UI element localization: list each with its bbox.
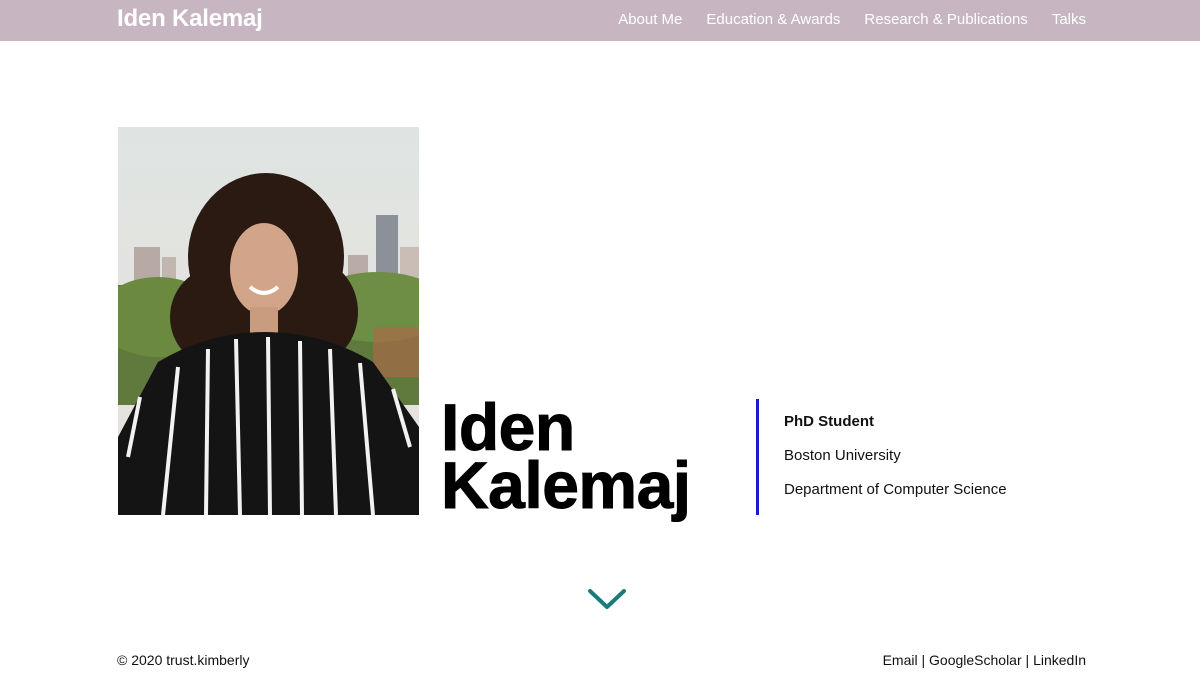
footer-links: Email | GoogleScholar | LinkedIn	[883, 652, 1086, 668]
main-nav: About Me Education & Awards Research & P…	[618, 11, 1086, 28]
footer-separator: |	[1025, 652, 1034, 668]
footer-link-email[interactable]: Email	[883, 652, 918, 668]
vertical-divider	[756, 399, 759, 515]
nav-talks[interactable]: Talks	[1052, 11, 1086, 28]
university-text: Boston University	[784, 447, 901, 464]
affiliation-info: PhD Student Boston University Department…	[784, 413, 1007, 515]
nav-research-publications[interactable]: Research & Publications	[864, 11, 1027, 28]
nav-about-me[interactable]: About Me	[618, 11, 682, 28]
footer-separator: |	[921, 652, 930, 668]
top-navbar: Iden Kalemaj About Me Education & Awards…	[0, 0, 1200, 41]
department-text: Department of Computer Science	[784, 481, 1007, 498]
footer-copyright: © 2020 trust.kimberly	[117, 652, 250, 668]
footer-link-linkedin[interactable]: LinkedIn	[1033, 652, 1086, 668]
scroll-down-button[interactable]	[587, 586, 627, 612]
chevron-down-icon	[588, 589, 626, 609]
site-brand-link[interactable]: Iden Kalemaj	[117, 5, 263, 33]
hero-name-last: Kalemaj	[441, 448, 692, 522]
nav-education-awards[interactable]: Education & Awards	[706, 11, 840, 28]
hero-name: Iden Kalemaj	[441, 394, 692, 522]
profile-photo	[118, 127, 419, 515]
role-text: PhD Student	[784, 413, 874, 430]
footer-link-googlescholar[interactable]: GoogleScholar	[929, 652, 1022, 668]
